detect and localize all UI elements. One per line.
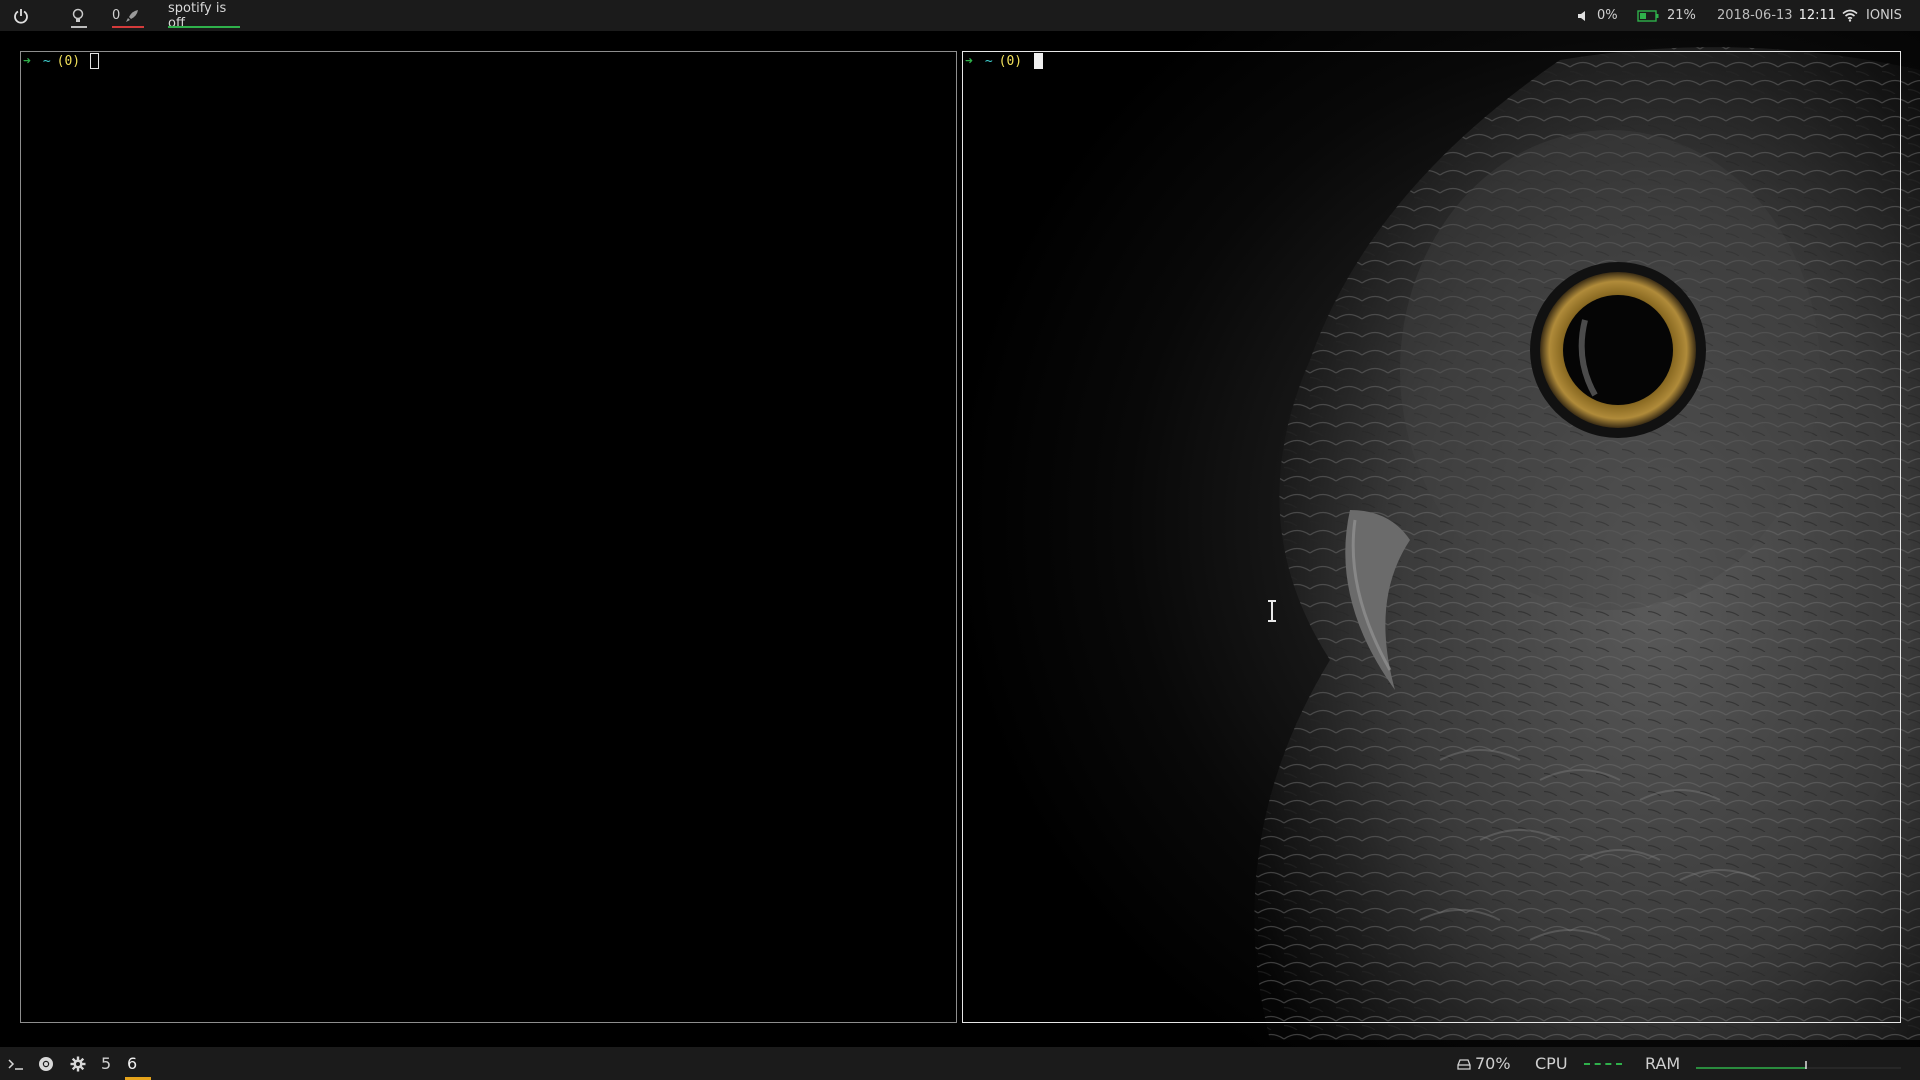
chrome-launcher[interactable] (38, 1047, 54, 1080)
network-widget[interactable]: IONIS (1842, 0, 1902, 31)
disk-widget: 70% (1457, 1047, 1511, 1080)
settings-launcher[interactable] (70, 1047, 86, 1080)
power-icon (14, 8, 28, 24)
lightbulb-underline (71, 26, 87, 28)
prompt-path: ~ (984, 53, 993, 69)
prompt-arrow: ➜ (965, 53, 973, 69)
cpu-label: CPU (1535, 1054, 1568, 1073)
desktop: 0 spotify is off 0% 21% 2018-06-13 12:11… (0, 0, 1920, 1080)
terminal-prompt: ➜ ~ (0) (965, 52, 1044, 70)
prompt-arrow: ➜ (23, 53, 31, 69)
battery-icon (1637, 9, 1659, 22)
text-cursor (1034, 53, 1044, 69)
battery-widget[interactable]: 21% (1637, 0, 1696, 31)
gear-icon (70, 1056, 86, 1071)
time-text: 12:11 (1798, 8, 1837, 23)
notification-underline (112, 26, 144, 28)
lightbulb-icon (72, 8, 84, 22)
workspace-6[interactable]: 6 (125, 1047, 151, 1080)
prompt-path: ~ (42, 53, 51, 69)
power-button[interactable] (13, 0, 31, 31)
speaker-icon (1578, 10, 1585, 21)
terminal-prompt: ➜ ~ (0) (23, 52, 100, 70)
workspace-label: 5 (101, 1054, 112, 1073)
wifi-icon (1842, 9, 1858, 22)
ram-widget: RAM (1645, 1047, 1902, 1080)
rocket-icon (126, 9, 139, 22)
cpu-graph (1583, 1062, 1622, 1067)
terminal-right[interactable]: ➜ ~ (0) (962, 51, 1901, 1023)
battery-value: 21% (1667, 8, 1696, 23)
spotify-widget[interactable]: spotify is off (168, 0, 240, 31)
ram-graph (1696, 1060, 1902, 1069)
terminal-launcher[interactable] (8, 1047, 24, 1080)
top-bar: 0 spotify is off 0% 21% 2018-06-13 12:11… (0, 0, 1920, 31)
spotify-underline (168, 26, 240, 28)
disk-value: 70% (1475, 1054, 1511, 1073)
text-cursor (90, 53, 100, 69)
workspace-label: 6 (127, 1054, 138, 1073)
workspace-5[interactable]: 5 (101, 1047, 111, 1080)
volume-value: 0% (1597, 8, 1618, 23)
bottom-bar: 5 6 70% CPU RAM (0, 1047, 1920, 1080)
date-text: 2018-06-13 (1717, 8, 1793, 23)
terminal-icon (8, 1058, 23, 1070)
cpu-widget: CPU (1535, 1047, 1622, 1080)
notification-count: 0 (112, 8, 121, 23)
volume-widget[interactable]: 0% (1577, 0, 1618, 31)
terminal-left[interactable]: ➜ ~ (0) (20, 51, 957, 1023)
prompt-exit-code: (0) (998, 53, 1023, 69)
lightbulb-button[interactable] (71, 0, 87, 31)
prompt-exit-code: (0) (56, 53, 81, 69)
disk-icon (1457, 1058, 1471, 1070)
clock-widget[interactable]: 2018-06-13 12:11 (1717, 0, 1836, 31)
notification-counter[interactable]: 0 (112, 0, 144, 31)
ibeam-cursor-icon (1268, 600, 1276, 622)
ram-label: RAM (1645, 1054, 1681, 1073)
network-name: IONIS (1866, 8, 1902, 23)
chrome-icon (39, 1056, 53, 1071)
